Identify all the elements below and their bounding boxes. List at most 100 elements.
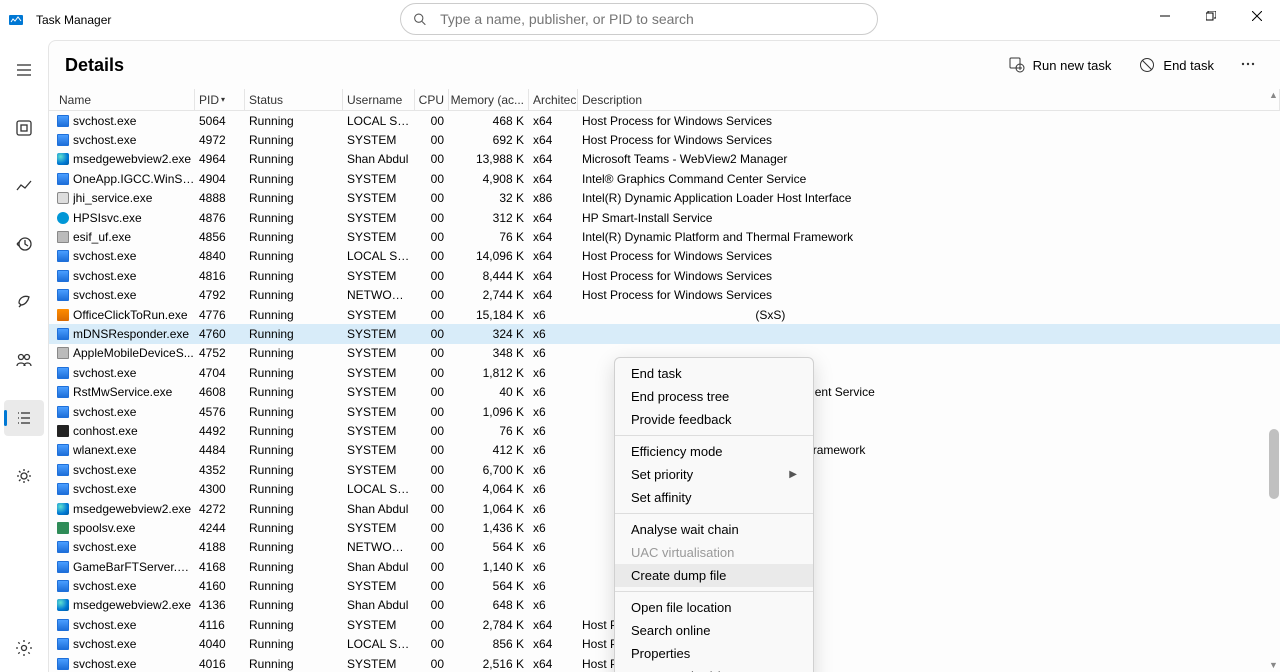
scrollbar-down-icon[interactable]: ▼ — [1269, 661, 1278, 670]
cell-user: SYSTEM — [343, 424, 415, 438]
context-menu-item[interactable]: Set priority▶ — [615, 463, 813, 486]
process-icon — [57, 347, 69, 359]
chevron-right-icon: ▶ — [789, 469, 797, 480]
process-name: msedgewebview2.exe — [73, 598, 191, 612]
context-menu-label: Open file location — [631, 600, 731, 615]
nav-app-history[interactable] — [4, 226, 44, 262]
cell-cpu: 00 — [415, 288, 449, 302]
table-row[interactable]: svchost.exe4972RunningSYSTEM00692 Kx64Ho… — [49, 130, 1280, 149]
scrollbar-thumb[interactable] — [1269, 429, 1279, 499]
nav-users[interactable] — [4, 342, 44, 378]
context-menu-item[interactable]: Provide feedback — [615, 408, 813, 431]
cell-desc: Microsoft Teams - WebView2 Manager — [578, 152, 1280, 166]
content-pane: Details Run new task End task Name PID▾ — [48, 40, 1280, 672]
context-menu-item[interactable]: Open file location — [615, 596, 813, 619]
nav-hamburger[interactable] — [4, 52, 44, 88]
col-architecture[interactable]: Architec... — [529, 89, 578, 110]
nav-details[interactable] — [4, 400, 44, 436]
nav-settings[interactable] — [4, 630, 44, 666]
table-row[interactable]: svchost.exe4816RunningSYSTEM008,444 Kx64… — [49, 266, 1280, 285]
cell-status: Running — [245, 211, 343, 225]
more-button[interactable] — [1232, 50, 1264, 81]
cell-status: Running — [245, 657, 343, 671]
process-icon — [57, 309, 69, 321]
context-menu-item[interactable]: Create dump file — [615, 564, 813, 587]
header-actions: Run new task End task — [999, 50, 1264, 81]
context-menu-item[interactable]: Analyse wait chain — [615, 518, 813, 541]
context-menu-item[interactable]: Properties — [615, 642, 813, 665]
search-input[interactable] — [440, 11, 865, 27]
content-header: Details Run new task End task — [49, 41, 1280, 89]
process-icon — [57, 212, 69, 224]
table-row[interactable]: jhi_service.exe4888RunningSYSTEM0032 Kx8… — [49, 189, 1280, 208]
nav-processes[interactable] — [4, 110, 44, 146]
col-pid[interactable]: PID▾ — [195, 89, 245, 110]
process-name: svchost.exe — [73, 366, 136, 380]
col-description[interactable]: Description — [578, 89, 1280, 110]
cell-cpu: 00 — [415, 133, 449, 147]
scrollbar-up-icon[interactable]: ▲ — [1269, 91, 1278, 100]
context-menu-item[interactable]: Set affinity — [615, 486, 813, 509]
table-row[interactable]: OneApp.IGCC.WinSer...4904RunningSYSTEM00… — [49, 169, 1280, 188]
context-menu-item[interactable]: End process tree — [615, 385, 813, 408]
cell-memory: 564 K — [449, 579, 529, 593]
cell-pid: 4856 — [195, 230, 245, 244]
cell-memory: 2,516 K — [449, 657, 529, 671]
cell-arch: x6 — [529, 405, 578, 419]
process-name: svchost.exe — [73, 579, 136, 593]
minimize-button[interactable] — [1142, 0, 1188, 32]
table-row[interactable]: msedgewebview2.exe4964RunningShan Abdul0… — [49, 150, 1280, 169]
search-icon — [413, 12, 426, 26]
nav-services[interactable] — [4, 458, 44, 494]
context-menu-item[interactable]: End task — [615, 362, 813, 385]
cell-cpu: 00 — [415, 114, 449, 128]
context-menu-item[interactable]: Efficiency mode — [615, 440, 813, 463]
maximize-button[interactable] — [1188, 0, 1234, 32]
table-row[interactable]: HPSIsvc.exe4876RunningSYSTEM00312 Kx64HP… — [49, 208, 1280, 227]
cell-arch: x64 — [529, 211, 578, 225]
process-icon — [57, 658, 69, 670]
col-name[interactable]: Name — [55, 89, 195, 110]
cell-user: SYSTEM — [343, 230, 415, 244]
table-row[interactable]: OfficeClickToRun.exe4776RunningSYSTEM001… — [49, 305, 1280, 324]
close-button[interactable] — [1234, 0, 1280, 32]
process-name: svchost.exe — [73, 657, 136, 671]
process-icon — [57, 464, 69, 476]
cell-status: Running — [245, 366, 343, 380]
cell-desc: Intel(R) Dynamic Application Loader Host… — [578, 191, 1280, 205]
process-name: wlanext.exe — [73, 443, 136, 457]
context-menu-item[interactable]: Go to service(s) — [615, 665, 813, 672]
cell-cpu: 00 — [415, 366, 449, 380]
cell-user: SYSTEM — [343, 579, 415, 593]
cell-memory: 1,436 K — [449, 521, 529, 535]
cell-status: Running — [245, 230, 343, 244]
table-row[interactable]: esif_uf.exe4856RunningSYSTEM0076 Kx64Int… — [49, 227, 1280, 246]
table-row[interactable]: svchost.exe4840RunningLOCAL SER...0014,0… — [49, 247, 1280, 266]
search-box[interactable] — [400, 3, 878, 35]
cell-status: Running — [245, 579, 343, 593]
cell-arch: x6 — [529, 560, 578, 574]
run-new-task-button[interactable]: Run new task — [999, 51, 1122, 79]
table-row[interactable]: svchost.exe4792RunningNETWORK ...002,744… — [49, 286, 1280, 305]
col-cpu[interactable]: CPU — [415, 89, 449, 110]
table-row[interactable]: mDNSResponder.exe4760RunningSYSTEM00324 … — [49, 324, 1280, 343]
cell-user: LOCAL SER... — [343, 637, 415, 651]
cell-cpu: 00 — [415, 327, 449, 341]
col-memory[interactable]: Memory (ac... — [449, 89, 529, 110]
col-username[interactable]: Username — [343, 89, 415, 110]
process-name: HPSIsvc.exe — [73, 211, 142, 225]
nav-rail — [0, 40, 48, 672]
cell-user: SYSTEM — [343, 366, 415, 380]
cell-arch: x6 — [529, 346, 578, 360]
process-name: svchost.exe — [73, 463, 136, 477]
end-task-button[interactable]: End task — [1129, 51, 1224, 79]
search-container — [400, 3, 878, 35]
nav-startup[interactable] — [4, 284, 44, 320]
context-menu-item[interactable]: Search online — [615, 619, 813, 642]
process-icon — [57, 599, 69, 611]
cell-user: SYSTEM — [343, 308, 415, 322]
col-status[interactable]: Status — [245, 89, 343, 110]
nav-performance[interactable] — [4, 168, 44, 204]
cell-status: Running — [245, 502, 343, 516]
table-row[interactable]: svchost.exe5064RunningLOCAL SER...00468 … — [49, 111, 1280, 130]
